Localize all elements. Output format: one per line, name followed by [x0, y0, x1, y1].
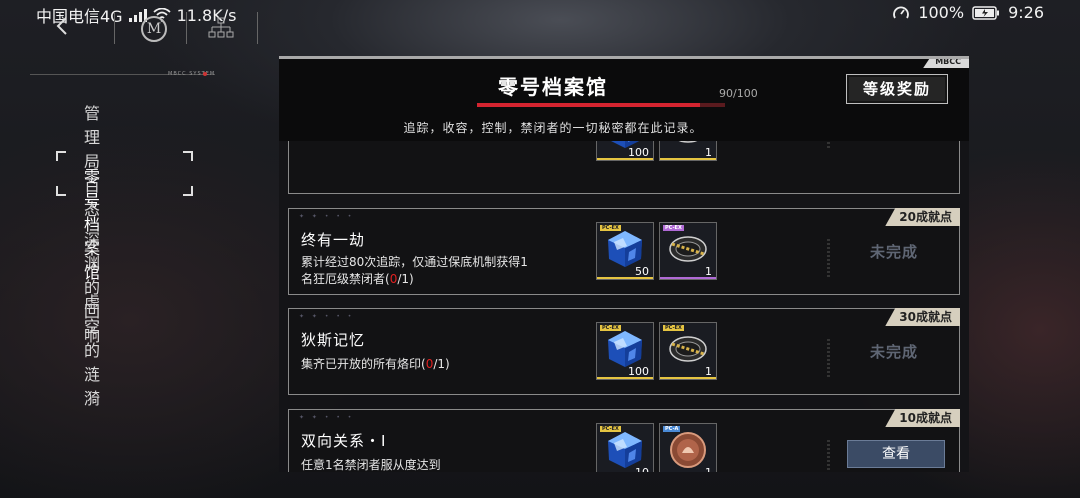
achievement-name: 狄斯记忆 — [301, 331, 366, 349]
item-rarity-bar — [660, 158, 716, 160]
item-rarity-bar — [660, 377, 716, 379]
desc-text: 累计经过80次追踪，仅通过保底机制获得1名狂厄级禁闭者( — [301, 255, 528, 286]
reward-item[interactable]: PC-EX 1 — [659, 322, 717, 380]
mbcc-logo-button[interactable]: M — [141, 16, 167, 42]
desc-total: /1) — [397, 272, 414, 286]
achievement-row: ✦ ✦ • • • 双向关系・Ⅰ 任意1名禁闭者服从度达到 10成就点 PC-EX10P… — [288, 409, 960, 472]
achievement-row: ✦ ✦ • • • 终有一劫累计经过80次追踪，仅通过保底机制获得1名狂厄级禁闭者… — [288, 208, 960, 295]
panel-header: 零号档案馆 90/100 追踪，收容，控制，禁闭者的一切秘密都在此记录。 等级奖… — [279, 59, 969, 141]
selection-bracket — [56, 186, 66, 196]
achievement-row: ✦ ✦ • • • 狄斯记忆集齐已开放的所有烙印(0/1) 30成就点 PC-EX 10… — [288, 308, 960, 395]
progress-text: 90/100 — [719, 87, 758, 100]
back-button[interactable] — [55, 14, 79, 42]
system-label: MBCC SYSTEM — [168, 71, 216, 77]
archive-panel: 零号档案馆 90/100 追踪，收容，控制，禁闭者的一切秘密都在此记录。 等级奖… — [279, 56, 969, 472]
battery-icon — [972, 5, 1000, 20]
level-reward-button[interactable]: 等级奖励 — [846, 74, 948, 104]
battery-percent: 100% — [918, 3, 965, 22]
achievement-points-badge: 30成就点 — [885, 308, 960, 326]
item-rarity-bar — [660, 277, 716, 279]
reward-item[interactable]: PC-EX 50 — [596, 222, 654, 280]
row-divider — [827, 440, 830, 472]
row-divider — [827, 239, 830, 279]
row-decoration: ✦ ✦ • • • — [299, 213, 355, 220]
row-decoration: ✦ ✦ • • • — [299, 313, 355, 320]
nav-divider — [186, 12, 187, 44]
achievement-desc: 累计经过80次追踪，仅通过保底机制获得1名狂厄级禁闭者(0/1) — [301, 254, 531, 288]
row-divider — [827, 339, 830, 379]
clock: 9:26 — [1008, 3, 1044, 22]
item-rarity-bar — [597, 377, 653, 379]
carrier-label: 中国电信4G — [36, 7, 123, 26]
desc-text: 任意1名禁闭者服从度达到 — [301, 458, 441, 472]
achievement-name: 终有一劫 — [301, 231, 366, 249]
subtitle: 追踪，收容，控制，禁闭者的一切秘密都在此记录。 — [403, 121, 703, 135]
selection-bracket — [183, 151, 193, 161]
achievement-points-badge: 10成就点 — [885, 409, 960, 427]
desc-total: /1) — [433, 357, 450, 371]
crystal-icon — [608, 331, 642, 367]
progress-fill — [477, 103, 701, 107]
medal-icon — [670, 432, 706, 468]
reward-item[interactable]: PC-EX 100 — [596, 322, 654, 380]
nav-divider — [114, 12, 115, 44]
achievement-desc: 集齐已开放的所有烙印(0/1) — [301, 356, 531, 373]
achievement-points-badge: 20成就点 — [885, 208, 960, 226]
progress-bar — [477, 103, 725, 107]
speedometer-icon — [892, 5, 910, 21]
item-rarity-bar — [597, 158, 653, 160]
status-incomplete: 未完成 — [869, 243, 918, 261]
chip-icon — [669, 236, 707, 262]
achievement-desc: 任意1名禁闭者服从度达到 — [301, 457, 531, 472]
row-decoration: ✦ ✦ • • • — [299, 414, 355, 421]
item-count: 10 — [635, 466, 649, 472]
selection-bracket — [183, 186, 193, 196]
reward-item[interactable]: PC-EX 1 — [659, 222, 717, 280]
crystal-icon — [608, 432, 642, 468]
system-indicator-dot — [203, 72, 207, 76]
nav-divider — [257, 12, 258, 44]
status-incomplete: 未完成 — [869, 343, 918, 361]
item-count: 1 — [705, 466, 712, 472]
reward-item[interactable]: PC-EX10 — [596, 423, 654, 472]
crystal-icon — [608, 231, 642, 267]
achievement-name: 双向关系・Ⅰ — [301, 432, 387, 450]
selection-bracket — [56, 151, 66, 161]
corner-tag: MBCC — [923, 59, 969, 68]
chevron-left-icon — [56, 17, 67, 35]
view-button[interactable]: 查看 — [847, 440, 945, 468]
desc-text: 集齐已开放的所有烙印( — [301, 357, 426, 371]
chip-icon — [669, 336, 707, 362]
hierarchy-icon[interactable] — [208, 17, 234, 43]
item-rarity-bar — [597, 277, 653, 279]
menu-item-void[interactable]: 虚空的涟漪 — [84, 289, 101, 409]
reward-item[interactable]: PC-A1 — [659, 423, 717, 472]
